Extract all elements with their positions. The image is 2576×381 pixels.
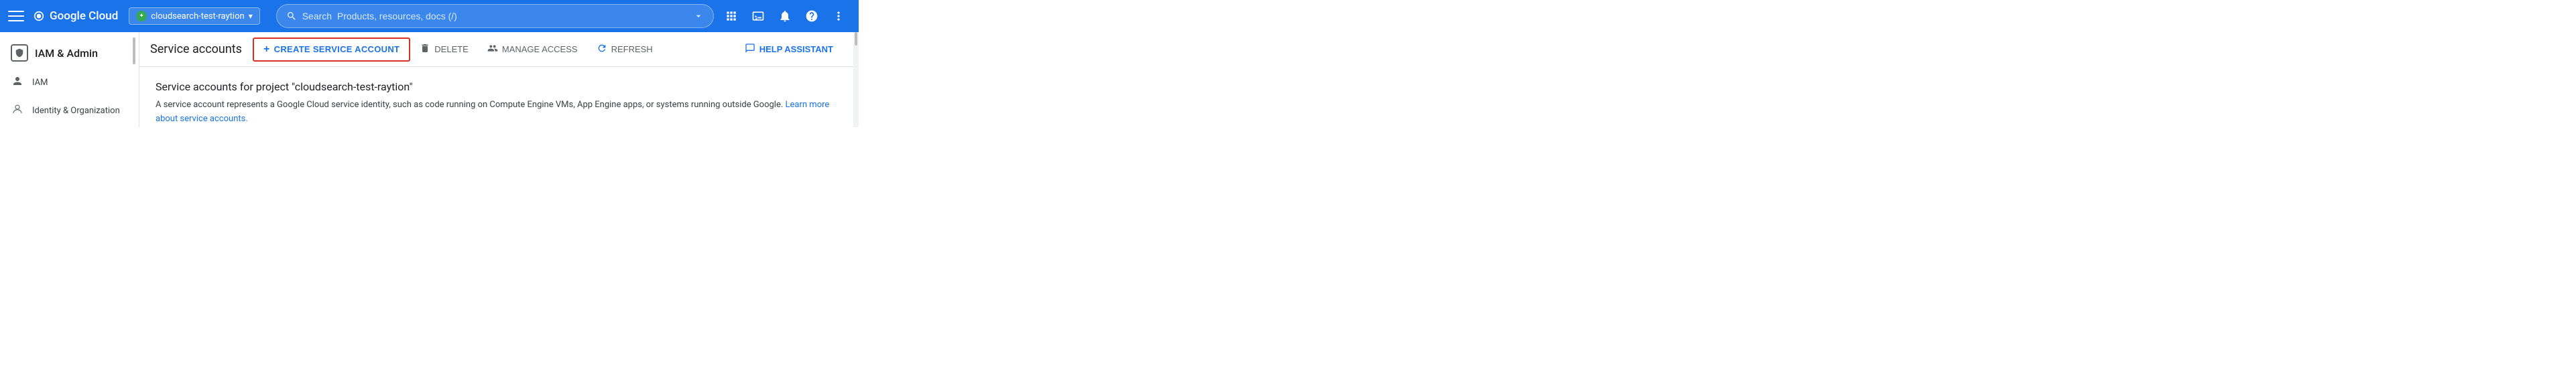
terminal-button[interactable] <box>746 4 770 28</box>
manage-access-icon <box>487 43 498 56</box>
create-button-label: CREATE SERVICE ACCOUNT <box>274 44 400 54</box>
google-cloud-logo: Google Cloud <box>32 9 118 23</box>
delete-button[interactable]: DELETE <box>410 38 478 61</box>
delete-button-label: DELETE <box>434 44 469 54</box>
sidebar-title: IAM & Admin <box>0 37 139 68</box>
help-assistant-button[interactable]: HELP ASSISTANT <box>735 38 843 60</box>
help-assistant-label: HELP ASSISTANT <box>759 44 833 54</box>
notifications-button[interactable] <box>773 4 797 28</box>
description-1-text: A service account represents a Google Cl… <box>156 100 783 110</box>
refresh-button-label: REFRESH <box>611 44 653 54</box>
page-title: Service accounts <box>150 42 242 56</box>
sidebar-item-iam[interactable]: IAM <box>0 68 139 96</box>
search-bar[interactable] <box>276 4 714 28</box>
sidebar-scrollbar[interactable] <box>132 32 136 127</box>
project-dot-icon: ✦ <box>136 11 147 21</box>
top-navigation: Google Cloud ✦ cloudsearch-test-raytion <box>0 0 859 32</box>
delete-icon <box>420 43 430 56</box>
more-options-button[interactable] <box>826 4 851 28</box>
sidebar-title-text: IAM & Admin <box>35 47 98 60</box>
main-layout: IAM & Admin IAM Identity & Organization … <box>0 32 859 127</box>
main-content: Service accounts + CREATE SERVICE ACCOUN… <box>139 32 853 127</box>
iam-person-icon <box>11 75 24 90</box>
refresh-icon <box>597 43 607 56</box>
right-scrollbar[interactable] <box>853 32 859 127</box>
sidebar-item-identity-org-label: Identity & Organization <box>32 106 120 116</box>
logo-text: Google Cloud <box>50 9 118 23</box>
search-icon <box>286 11 297 21</box>
iam-admin-icon <box>11 44 28 62</box>
sidebar: IAM & Admin IAM Identity & Organization … <box>0 32 139 127</box>
project-selector[interactable]: ✦ cloudsearch-test-raytion <box>129 7 259 25</box>
right-scroll-thumb <box>855 32 857 46</box>
refresh-button[interactable]: REFRESH <box>587 38 662 61</box>
help-button[interactable] <box>800 4 824 28</box>
help-assistant-icon <box>745 43 755 56</box>
description-1: A service account represents a Google Cl… <box>156 98 837 127</box>
search-input[interactable] <box>302 11 688 21</box>
identity-org-icon <box>11 103 24 118</box>
sidebar-item-policy-troubleshooter[interactable]: Policy Troubleshooter <box>0 125 139 127</box>
nav-icons <box>719 4 851 28</box>
sidebar-item-iam-label: IAM <box>32 78 48 88</box>
sidebar-item-identity-org[interactable]: Identity & Organization <box>0 96 139 125</box>
project-dropdown-chevron <box>249 11 253 21</box>
plus-icon: + <box>263 44 270 56</box>
apps-grid-button[interactable] <box>719 4 743 28</box>
hamburger-menu[interactable] <box>8 8 24 24</box>
search-expand-icon <box>693 11 704 21</box>
manage-access-button-label: MANAGE ACCESS <box>502 44 578 54</box>
toolbar: Service accounts + CREATE SERVICE ACCOUN… <box>139 32 853 67</box>
google-cloud-icon <box>32 9 46 23</box>
page-body: Service accounts for project "cloudsearc… <box>139 67 853 127</box>
manage-access-button[interactable]: MANAGE ACCESS <box>478 38 587 61</box>
project-name: cloudsearch-test-raytion <box>151 11 244 21</box>
create-service-account-button[interactable]: + CREATE SERVICE ACCOUNT <box>253 37 410 62</box>
page-heading: Service accounts for project "cloudsearc… <box>156 80 837 93</box>
